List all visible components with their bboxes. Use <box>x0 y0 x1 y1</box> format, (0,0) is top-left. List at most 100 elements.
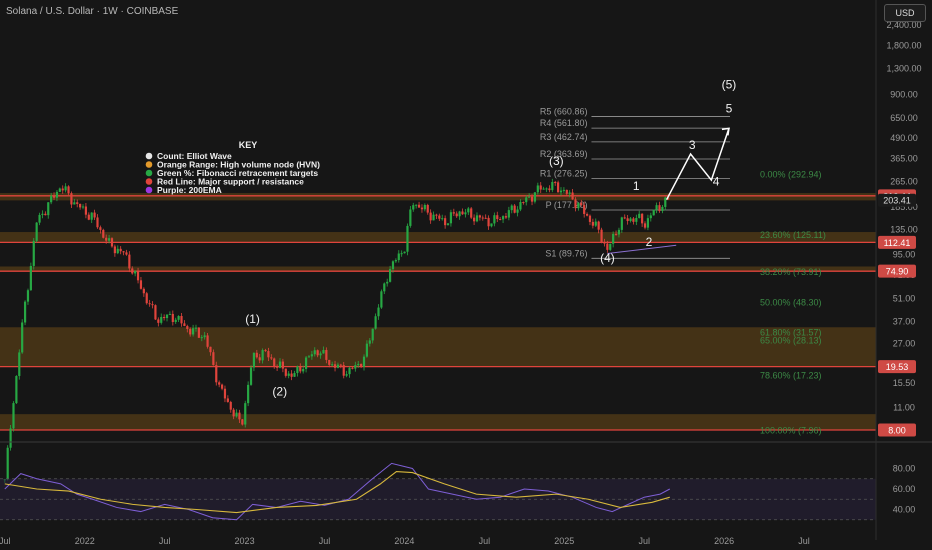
candle-body <box>487 217 490 227</box>
candle-body <box>585 213 589 216</box>
candle-body <box>536 185 539 193</box>
candle-body <box>76 202 79 204</box>
candle-body <box>559 190 563 193</box>
candle-body <box>429 212 432 221</box>
candle-body <box>171 313 174 322</box>
candle-body <box>218 382 221 385</box>
candle-body <box>629 218 632 222</box>
candle-body <box>475 215 479 222</box>
candle-body <box>96 217 99 228</box>
candle-body <box>348 367 351 375</box>
candle-body <box>105 237 108 241</box>
price-tick: 650.00 <box>890 113 918 123</box>
candle-body <box>525 197 528 203</box>
candle-body <box>501 216 505 220</box>
candle-body <box>539 185 542 190</box>
candle-body <box>516 209 519 213</box>
candle-body <box>452 212 455 214</box>
fib-label: 78.60% (17.23) <box>760 371 822 381</box>
candle-body <box>310 354 313 357</box>
price-chart[interactable]: R5 (660.86)R4 (561.80) R3 (462.74) R2 (363… <box>0 0 932 550</box>
time-tick: Jul <box>638 536 650 546</box>
candle-body <box>252 352 256 368</box>
candle-body <box>226 398 229 402</box>
candle-body <box>507 210 510 218</box>
pivot-label: R2 (363.69) <box>540 149 588 159</box>
candle-body <box>58 188 61 192</box>
candle-body <box>472 217 476 222</box>
candle-body <box>394 260 397 262</box>
candle-body <box>646 218 650 228</box>
candle-body <box>276 366 279 368</box>
candle-body <box>235 412 238 417</box>
candle-body <box>374 316 377 329</box>
candle-body <box>383 283 386 292</box>
candle-body <box>35 222 38 241</box>
time-tick: Jul <box>0 536 11 546</box>
candle-body <box>284 368 287 376</box>
candle-body <box>557 182 560 193</box>
pivot-label: R5 (660.86) <box>540 107 588 117</box>
time-tick: Jul <box>479 536 491 546</box>
price-tag-label: 8.00 <box>888 426 906 436</box>
candle-body <box>455 213 458 217</box>
candle-body <box>365 343 369 357</box>
candle-body <box>165 314 169 319</box>
fib-label: 0.00% (292.94) <box>760 169 822 179</box>
candle-body <box>267 351 270 358</box>
hvn-band <box>0 327 876 367</box>
fib-label: 100.00% (7.96) <box>760 425 822 435</box>
candle-body <box>247 384 250 404</box>
candle-body <box>551 182 554 191</box>
candle-body <box>304 357 308 369</box>
price-tick: 1,300.00 <box>886 64 921 74</box>
candle-body <box>339 364 342 366</box>
candle-body <box>594 221 597 226</box>
candle-body <box>122 251 125 253</box>
candle-body <box>342 365 345 376</box>
candle-body <box>591 221 594 226</box>
candle-body <box>241 419 244 425</box>
candle-body <box>168 313 172 315</box>
candle-body <box>519 202 522 210</box>
candle-body <box>664 197 667 207</box>
candle-body <box>490 223 493 227</box>
candle-body <box>18 352 21 376</box>
candle-body <box>278 361 282 368</box>
candle-body <box>26 290 30 302</box>
candle-body <box>435 214 438 216</box>
candle-body <box>444 218 447 226</box>
fib-label: 50.00% (48.30) <box>760 297 822 307</box>
price-tick: 51.00 <box>893 293 916 303</box>
candle-body <box>600 229 603 243</box>
candle-body <box>649 215 652 219</box>
candle-body <box>415 204 418 206</box>
pivot-label: R1 (276.25) <box>540 169 588 179</box>
candle-body <box>391 261 395 270</box>
currency-button[interactable]: USD <box>884 4 926 22</box>
candle-body <box>606 243 609 250</box>
fib-label: 65.00% (28.13) <box>760 336 822 346</box>
candle-body <box>565 189 568 194</box>
candle-body <box>197 327 200 338</box>
candle-body <box>368 340 371 344</box>
key-item-label: Purple: 200EMA <box>157 185 222 195</box>
candle-body <box>542 188 545 190</box>
candle-body <box>510 205 513 211</box>
candle-body <box>67 186 70 194</box>
candle-body <box>417 204 421 208</box>
rsi-tick: 40.00 <box>893 505 916 515</box>
candle-body <box>32 240 35 266</box>
time-tick: 2025 <box>554 536 574 546</box>
candle-body <box>255 352 258 358</box>
candle-body <box>290 373 293 377</box>
candle-body <box>580 202 583 206</box>
candle-body <box>661 206 664 211</box>
candle-body <box>354 365 357 369</box>
candle-body <box>481 217 484 219</box>
pivot-label: R4 (561.80) <box>540 118 588 128</box>
candle-body <box>249 367 253 385</box>
pivot-label: S1 (89.76) <box>545 248 587 258</box>
candle-body <box>588 215 592 222</box>
candle-body <box>174 319 177 322</box>
